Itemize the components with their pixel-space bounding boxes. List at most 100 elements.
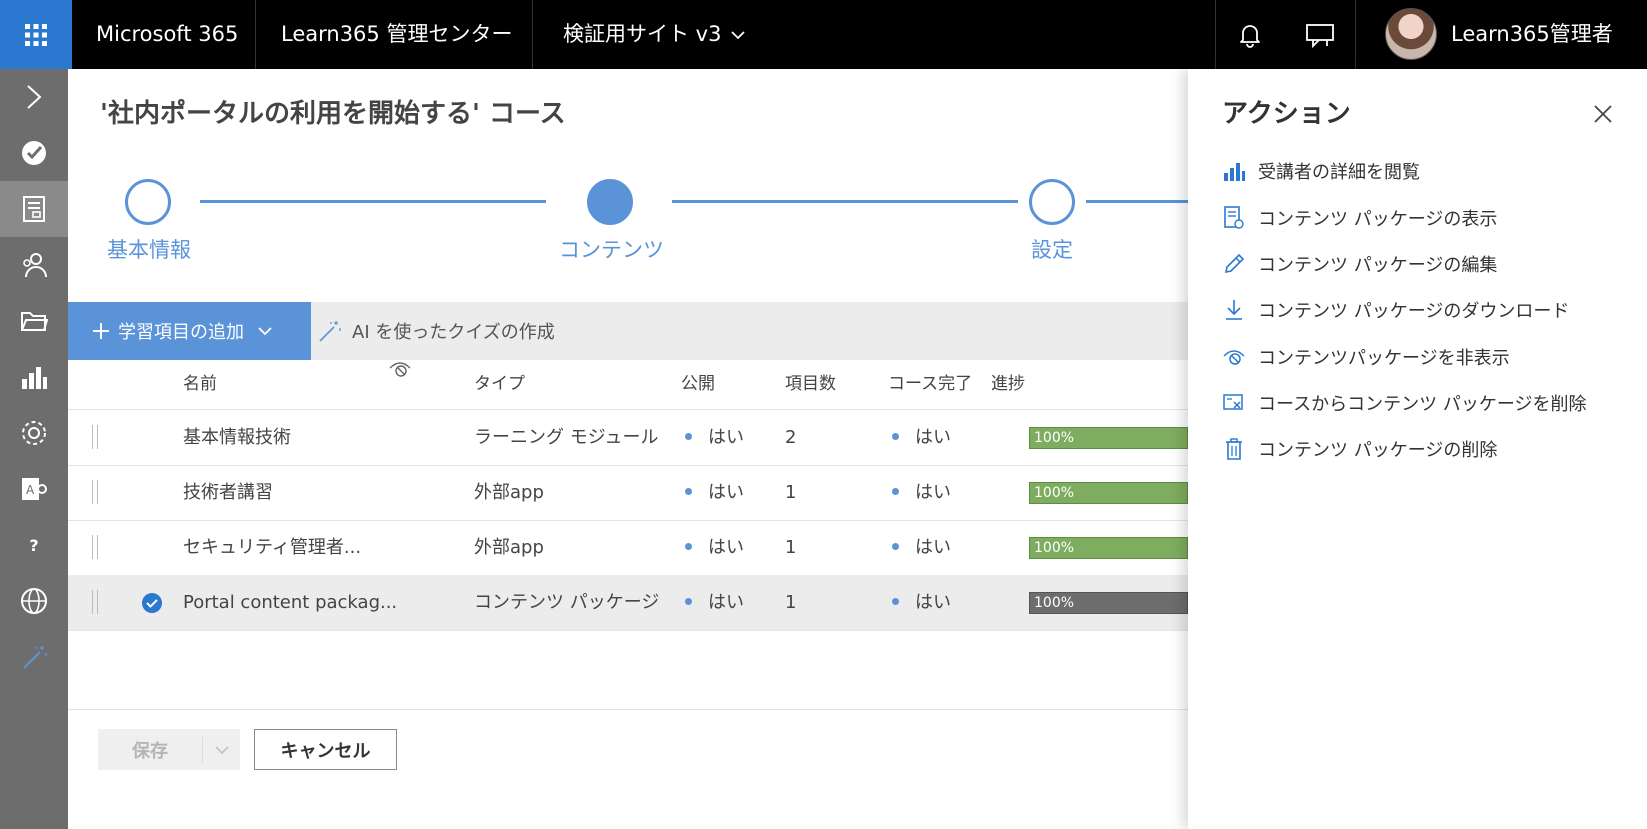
step-circle-basic[interactable]	[125, 179, 171, 225]
nav-item-help[interactable]: ?	[0, 517, 68, 573]
page-title: '社内ポータルの利用を開始する' コース	[100, 99, 566, 129]
add-learning-item-button[interactable]: 学習項目の追加	[68, 302, 311, 360]
column-header-name[interactable]: 名前	[183, 369, 217, 394]
bar-chart-icon	[22, 367, 47, 389]
nav-item-ai[interactable]	[0, 629, 68, 685]
row-type: ラーニング モジュール	[474, 427, 659, 448]
drag-handle[interactable]	[92, 425, 98, 449]
column-header-items[interactable]: 項目数	[785, 369, 836, 394]
chevron-down-icon	[215, 745, 229, 754]
actions-panel: アクション 受講者の詳細を閲覧 コンテンツ パッケージの表示 コンテンツ パッケ…	[1188, 69, 1647, 829]
step-label-basic[interactable]: 基本情報	[107, 234, 191, 264]
action-hide-package[interactable]: コンテンツパッケージを非表示	[1222, 342, 1510, 372]
table-row[interactable]: セキュリティ管理者... 外部app はい 1 はい 100%	[68, 520, 1188, 576]
document-view-icon	[1224, 206, 1244, 229]
main-content: '社内ポータルの利用を開始する' コース 基本情報 コンテンツ 設定 学習項目の…	[68, 69, 1188, 829]
table-row[interactable]: 技術者講習 外部app はい 1 はい 100%	[68, 465, 1188, 521]
drag-handle[interactable]	[92, 535, 98, 559]
chevron-down-icon	[731, 30, 746, 39]
magic-wand-icon	[319, 321, 341, 342]
action-download-package[interactable]: コンテンツ パッケージのダウンロード	[1222, 295, 1569, 325]
app-settings-icon: A	[22, 478, 47, 500]
chevron-right-icon	[27, 85, 42, 109]
footer-divider	[68, 709, 1188, 710]
action-delete-package[interactable]: コンテンツ パッケージの削除	[1222, 434, 1497, 464]
site-selector-label: 検証用サイト v3	[563, 22, 722, 46]
nav-item-settings[interactable]	[0, 405, 68, 461]
ai-quiz-button[interactable]: AI を使ったクイズの作成	[318, 302, 555, 360]
download-icon	[1226, 300, 1242, 320]
column-header-progress[interactable]: 進捗	[991, 369, 1025, 394]
trash-icon	[1226, 438, 1242, 460]
people-icon	[23, 253, 47, 278]
row-complete-value: はい	[915, 427, 951, 448]
row-name[interactable]: Portal content packag...	[183, 575, 397, 631]
feedback-button[interactable]	[1285, 0, 1355, 69]
row-items: 1	[785, 592, 797, 613]
close-panel-button[interactable]	[1588, 99, 1618, 129]
row-published: はい	[685, 520, 744, 576]
row-items: 2	[785, 427, 797, 448]
gear-icon	[22, 421, 46, 445]
nav-item-courses[interactable]	[0, 181, 68, 237]
row-name[interactable]: 技術者講習	[183, 465, 273, 521]
nav-item-tasks[interactable]	[0, 125, 68, 181]
progress-bar: 100%	[1029, 482, 1188, 504]
nav-item-folders[interactable]	[0, 293, 68, 349]
save-button[interactable]: 保存	[98, 729, 240, 770]
admin-center-title[interactable]: Learn365 管理センター	[281, 0, 512, 69]
step-circle-content[interactable]	[587, 179, 633, 225]
progress-bar: 100%	[1029, 427, 1188, 449]
user-name[interactable]: Learn365管理者	[1451, 0, 1613, 69]
hide-icon	[1223, 350, 1245, 365]
action-label: コースからコンテンツ パッケージを削除	[1258, 394, 1587, 415]
action-view-package[interactable]: コンテンツ パッケージの表示	[1222, 203, 1497, 233]
row-complete: はい	[892, 465, 951, 521]
drag-handle[interactable]	[92, 480, 98, 504]
row-name[interactable]: セキュリティ管理者...	[183, 520, 361, 576]
nav-item-reports[interactable]	[0, 349, 68, 405]
nav-item-global[interactable]	[0, 573, 68, 629]
column-header-visibility[interactable]	[389, 359, 411, 384]
save-button-label: 保存	[132, 740, 168, 762]
action-view-learner-details[interactable]: 受講者の詳細を閲覧	[1222, 156, 1420, 186]
column-header-type[interactable]: タイプ	[474, 369, 525, 394]
checkmark-circle-icon	[142, 593, 162, 613]
row-name[interactable]: 基本情報技術	[183, 410, 291, 466]
add-learning-item-label: 学習項目の追加	[118, 322, 244, 343]
step-label-settings[interactable]: 設定	[1031, 234, 1073, 264]
action-remove-from-course[interactable]: コースからコンテンツ パッケージを削除	[1222, 388, 1586, 418]
app-launcher-button[interactable]	[0, 0, 72, 69]
row-published: はい	[685, 575, 744, 631]
drag-handle[interactable]	[92, 590, 98, 614]
action-label: 受講者の詳細を閲覧	[1258, 162, 1420, 183]
expand-nav-button[interactable]	[0, 69, 68, 125]
cancel-button[interactable]: キャンセル	[254, 729, 397, 770]
action-label: コンテンツ パッケージのダウンロード	[1258, 301, 1570, 322]
step-connector	[200, 200, 546, 203]
row-complete: はい	[892, 410, 951, 466]
action-edit-package[interactable]: コンテンツ パッケージの編集	[1222, 249, 1497, 279]
bar-chart-icon	[1224, 163, 1245, 181]
table-row[interactable]: 基本情報技術 ラーニング モジュール はい 2 はい 100%	[68, 410, 1188, 466]
row-published: はい	[685, 410, 744, 466]
row-checkbox[interactable]	[141, 592, 163, 618]
site-selector[interactable]: 検証用サイト v3	[563, 0, 746, 69]
row-complete-value: はい	[915, 592, 951, 613]
help-icon: ?	[29, 535, 39, 555]
notifications-button[interactable]	[1215, 0, 1285, 69]
magic-wand-icon	[23, 646, 47, 669]
step-label-content[interactable]: コンテンツ	[559, 234, 664, 264]
nav-item-users[interactable]	[0, 237, 68, 293]
step-circle-settings[interactable]	[1029, 179, 1075, 225]
action-label: コンテンツ パッケージの表示	[1258, 209, 1498, 230]
column-header-course-complete[interactable]: コース完了	[888, 369, 972, 394]
command-bar: 学習項目の追加 AI を使ったクイズの作成	[68, 302, 1188, 360]
nav-item-apps[interactable]: A	[0, 461, 68, 517]
table-row-selected[interactable]: Portal content packag... コンテンツ パッケージ はい …	[68, 575, 1188, 631]
brand-link[interactable]: Microsoft 365	[96, 0, 238, 69]
progress-bar: 100%	[1029, 537, 1188, 559]
avatar[interactable]	[1385, 8, 1437, 60]
column-header-published[interactable]: 公開	[681, 369, 715, 394]
row-published-value: はい	[708, 537, 744, 558]
